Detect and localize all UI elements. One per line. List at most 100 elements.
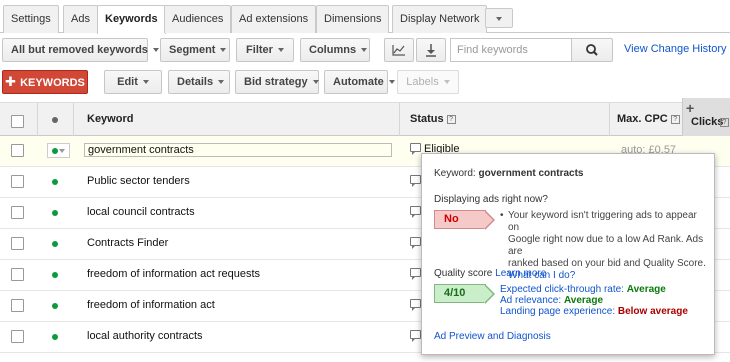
column-divider [609, 103, 610, 136]
enabled-dot-icon[interactable] [52, 241, 58, 247]
max-cpc-column-header[interactable]: Max. CPC? [617, 103, 680, 136]
labels-dropdown[interactable]: Labels [397, 70, 459, 94]
download-button[interactable] [416, 38, 446, 62]
max-cpc-header-label: Max. CPC [617, 113, 668, 125]
keyword-text[interactable]: Contracts Finder [87, 237, 168, 249]
tab-ad-extensions[interactable]: Ad extensions [231, 5, 317, 33]
keyword-status-popup: Keyword: government contracts Displaying… [421, 153, 715, 355]
learn-more-link[interactable]: Learn more [495, 268, 546, 279]
chevron-down-icon [220, 48, 227, 53]
speech-bubble-icon[interactable] [410, 237, 421, 249]
row-checkbox[interactable] [11, 237, 24, 250]
quality-score-badge: 4/10 [434, 284, 495, 304]
add-keywords-label: KEYWORDS [20, 77, 85, 89]
download-icon [426, 44, 436, 57]
chevron-down-icon [496, 16, 502, 21]
speech-bubble-icon[interactable] [410, 299, 421, 311]
chevron-down-icon [312, 80, 319, 85]
add-column-icon[interactable]: + [686, 100, 694, 116]
help-icon[interactable]: ? [670, 114, 680, 124]
row-checkbox[interactable] [11, 299, 24, 312]
select-all-checkbox[interactable] [11, 115, 24, 128]
keyword-text[interactable]: local council contracts [87, 206, 195, 218]
column-divider [37, 103, 38, 136]
tab-dimensions[interactable]: Dimensions [316, 5, 390, 33]
landing-page-line: Landing page experience: Below average [500, 306, 688, 317]
landing-page-value: Below average [617, 306, 688, 317]
details-dropdown[interactable]: Details [168, 70, 230, 94]
keyword-filter-dropdown[interactable]: All but removed keywords [2, 38, 159, 62]
speech-bubble-icon[interactable] [410, 330, 421, 342]
keyword-text[interactable]: freedom of information act [87, 299, 215, 311]
view-change-history-link[interactable]: View Change History [624, 43, 727, 55]
chevron-down-icon [218, 80, 225, 85]
clicks-column-header[interactable]: + Clicks ? [682, 98, 730, 136]
labels-label: Labels [406, 76, 439, 88]
explanation-line: Your keyword isn't triggering ads to app… [508, 210, 697, 233]
enabled-dot-icon[interactable] [52, 303, 58, 309]
clicks-header-label: Clicks [691, 116, 724, 128]
row-checkbox[interactable] [11, 144, 24, 157]
speech-bubble-icon[interactable] [410, 143, 421, 155]
columns-dropdown[interactable]: Columns [300, 38, 370, 62]
help-icon[interactable]: ? [446, 114, 456, 124]
status-dropdown[interactable] [47, 143, 70, 158]
row-checkbox[interactable] [11, 175, 24, 188]
tab-display-network[interactable]: Display Network [392, 5, 488, 33]
speech-bubble-icon[interactable] [410, 206, 421, 218]
ad-preview-diagnosis-link[interactable]: Ad Preview and Diagnosis [434, 331, 551, 342]
keyword-text[interactable]: freedom of information act requests [87, 268, 260, 280]
row-checkbox[interactable] [11, 268, 24, 281]
enabled-dot-icon[interactable] [52, 334, 58, 340]
popup-keyword-value: government contracts [478, 168, 584, 179]
tab-audiences[interactable]: Audiences [164, 5, 232, 33]
keyword-text[interactable]: local authority contracts [87, 330, 203, 342]
row-checkbox[interactable] [11, 206, 24, 219]
column-divider [399, 103, 400, 136]
keyword-text[interactable]: Public sector tenders [87, 175, 190, 187]
tab-settings[interactable]: Settings [3, 5, 59, 33]
help-icon[interactable]: ? [720, 118, 729, 127]
campaign-tabs: Settings Ads Keywords Audiences Ad exten… [0, 0, 730, 34]
bid-strategy-dropdown[interactable]: Bid strategy [235, 70, 319, 94]
enabled-dot-icon[interactable] [52, 272, 58, 278]
filter-dropdown[interactable]: Filter [236, 38, 294, 62]
speech-bubble-icon[interactable] [410, 268, 421, 280]
displaying-ads-badge: No [434, 210, 495, 230]
add-keywords-button[interactable]: ✚ KEYWORDS [2, 70, 88, 94]
edit-label: Edit [117, 76, 138, 88]
enabled-dot-icon[interactable] [52, 179, 58, 185]
popup-keyword-line: Keyword: government contracts [434, 168, 584, 179]
bullet-glyph: • [500, 210, 504, 221]
ctr-line: Expected click-through rate: Average [500, 284, 666, 295]
automate-dropdown[interactable]: Automate [324, 70, 395, 94]
bid-strategy-label: Bid strategy [244, 76, 308, 88]
search-button[interactable] [571, 38, 613, 62]
keyword-column-header[interactable]: Keyword [87, 103, 133, 136]
ctr-label[interactable]: Expected click-through rate: [500, 284, 624, 295]
filter-label: Filter [246, 44, 273, 56]
row-checkbox[interactable] [11, 330, 24, 343]
enabled-dot-icon [52, 148, 58, 154]
quality-score-label: Quality score [434, 268, 493, 279]
details-label: Details [177, 76, 214, 88]
table-header: Keyword Status? Max. CPC? [0, 102, 730, 136]
status-dot-icon [52, 117, 58, 123]
search-input[interactable] [450, 38, 572, 62]
displaying-ads-question: Displaying ads right now? [434, 194, 548, 205]
landing-page-label[interactable]: Landing page experience: [500, 306, 615, 317]
chevron-down-icon [59, 149, 65, 153]
column-divider [73, 103, 74, 136]
keyword-edit-field[interactable] [84, 143, 392, 157]
status-column-header[interactable]: Status? [410, 103, 456, 136]
more-tabs-button[interactable] [485, 8, 513, 28]
speech-bubble-icon[interactable] [410, 175, 421, 187]
tab-ads[interactable]: Ads [63, 5, 98, 33]
segment-dropdown[interactable]: Segment [160, 38, 230, 62]
tab-keywords[interactable]: Keywords [97, 5, 166, 34]
relevance-label[interactable]: Ad relevance: [500, 295, 561, 306]
edit-dropdown[interactable]: Edit [104, 70, 162, 94]
ctr-value: Average [626, 284, 666, 295]
enabled-dot-icon[interactable] [52, 210, 58, 216]
chart-toggle-button[interactable] [384, 38, 414, 62]
